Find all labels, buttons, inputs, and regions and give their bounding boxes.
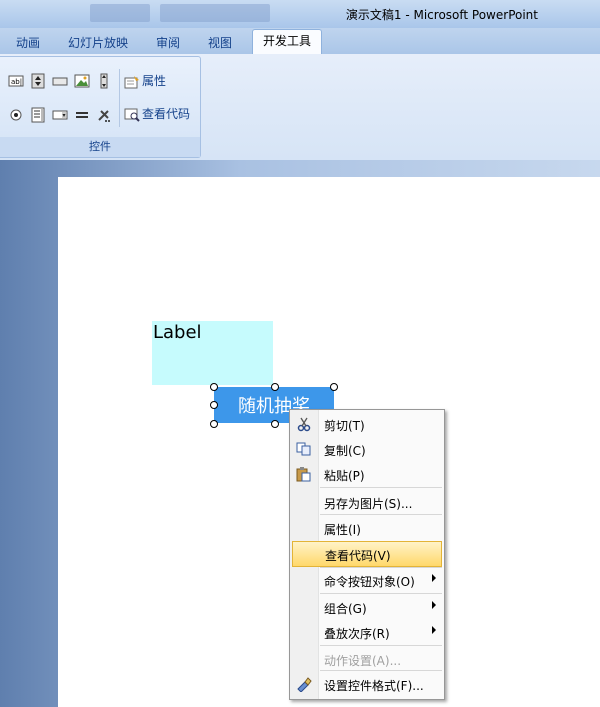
combobox-control-icon[interactable] bbox=[52, 107, 68, 123]
menu-item-label: 叠放次序(R) bbox=[324, 627, 390, 641]
menu-item-label: 动作设置(A)... bbox=[324, 654, 402, 668]
tab-review[interactable]: 审阅 bbox=[148, 32, 188, 54]
menu-item-group[interactable]: 组合(G) bbox=[290, 595, 444, 619]
blurred-title-area bbox=[90, 4, 150, 22]
window-title: 演示文稿1 - Microsoft PowerPoint bbox=[345, 8, 538, 22]
blurred-title-area bbox=[160, 4, 270, 22]
textbox-control-icon[interactable]: ab| bbox=[8, 73, 24, 89]
option-button-control-icon[interactable] bbox=[8, 107, 24, 123]
ribbon-separator bbox=[119, 69, 120, 127]
menu-separator bbox=[320, 514, 442, 515]
scrollbar-control-icon[interactable] bbox=[96, 73, 112, 89]
context-menu: 剪切(T) 复制(C) 粘贴(P) 另存为图片(S)... 属性(I) 查看代码… bbox=[289, 409, 445, 700]
tab-developer[interactable]: 开发工具 bbox=[252, 29, 322, 55]
format-control-icon bbox=[297, 677, 312, 692]
submenu-arrow-icon bbox=[432, 626, 436, 634]
menu-item-save-as-picture[interactable]: 另存为图片(S)... bbox=[290, 490, 444, 514]
menu-item-properties[interactable]: 属性(I) bbox=[290, 516, 444, 540]
resize-handle[interactable] bbox=[271, 420, 279, 428]
resize-handle[interactable] bbox=[210, 383, 218, 391]
menu-item-action-settings: 动作设置(A)... bbox=[290, 647, 444, 671]
menu-item-order[interactable]: 叠放次序(R) bbox=[290, 620, 444, 644]
resize-handle[interactable] bbox=[210, 420, 218, 428]
menu-separator bbox=[320, 670, 442, 671]
resize-handle[interactable] bbox=[271, 383, 279, 391]
properties-icon bbox=[124, 75, 139, 88]
menu-item-label: 剪切(T) bbox=[324, 419, 365, 433]
copy-icon bbox=[296, 442, 311, 456]
image-control-icon[interactable] bbox=[74, 73, 90, 89]
view-code-label: 查看代码 bbox=[142, 107, 191, 121]
menu-item-label: 复制(C) bbox=[324, 444, 366, 458]
menu-item-label: 另存为图片(S)... bbox=[324, 497, 413, 511]
submenu-arrow-icon bbox=[432, 601, 436, 609]
menu-item-cut[interactable]: 剪切(T) bbox=[290, 412, 444, 436]
toggle-button-control-icon[interactable] bbox=[74, 107, 90, 123]
menu-separator bbox=[320, 487, 442, 488]
more-controls-icon[interactable] bbox=[96, 107, 112, 123]
menu-separator bbox=[320, 645, 442, 646]
ribbon-tabs: 动画 幻灯片放映 审阅 视图 开发工具 bbox=[0, 28, 600, 55]
svg-text:ab|: ab| bbox=[11, 78, 22, 86]
menu-item-format-control[interactable]: 设置控件格式(F)... bbox=[290, 672, 444, 696]
view-code-button[interactable]: 查看代码 bbox=[124, 104, 190, 124]
listbox-control-icon[interactable] bbox=[30, 107, 46, 123]
tab-slideshow[interactable]: 幻灯片放映 bbox=[60, 32, 136, 54]
resize-handle[interactable] bbox=[330, 383, 338, 391]
tab-animation[interactable]: 动画 bbox=[8, 32, 48, 54]
properties-button[interactable]: 属性 bbox=[124, 71, 166, 91]
menu-item-command-button-object[interactable]: 命令按钮对象(O) bbox=[290, 568, 444, 592]
controls-group: ab| 属性 查看代码 控件 bbox=[0, 56, 201, 158]
menu-item-view-code[interactable]: 查看代码(V) bbox=[292, 541, 442, 567]
view-code-icon bbox=[124, 108, 140, 122]
menu-item-paste[interactable]: 粘贴(P) bbox=[290, 462, 444, 486]
label-control-text: Label bbox=[153, 322, 202, 343]
resize-handle[interactable] bbox=[210, 401, 218, 409]
menu-item-label: 命令按钮对象(O) bbox=[324, 575, 415, 589]
submenu-arrow-icon bbox=[432, 574, 436, 582]
menu-item-label: 组合(G) bbox=[324, 602, 367, 616]
group-label: 控件 bbox=[0, 137, 200, 157]
menu-separator bbox=[320, 593, 442, 594]
menu-item-label: 粘贴(P) bbox=[324, 469, 365, 483]
command-button-control-icon[interactable] bbox=[52, 73, 68, 89]
menu-item-label: 查看代码(V) bbox=[325, 549, 391, 563]
menu-item-label: 属性(I) bbox=[324, 523, 361, 537]
properties-label: 属性 bbox=[142, 74, 167, 88]
menu-item-copy[interactable]: 复制(C) bbox=[290, 437, 444, 461]
ribbon: ab| 属性 查看代码 控件 bbox=[0, 54, 600, 161]
spin-button-control-icon[interactable] bbox=[30, 73, 46, 89]
title-bar: 演示文稿1 - Microsoft PowerPoint bbox=[0, 0, 600, 28]
menu-item-label: 设置控件格式(F)... bbox=[324, 679, 424, 693]
paste-icon bbox=[296, 467, 311, 482]
scissors-icon bbox=[297, 417, 311, 432]
tab-view[interactable]: 视图 bbox=[200, 32, 240, 54]
